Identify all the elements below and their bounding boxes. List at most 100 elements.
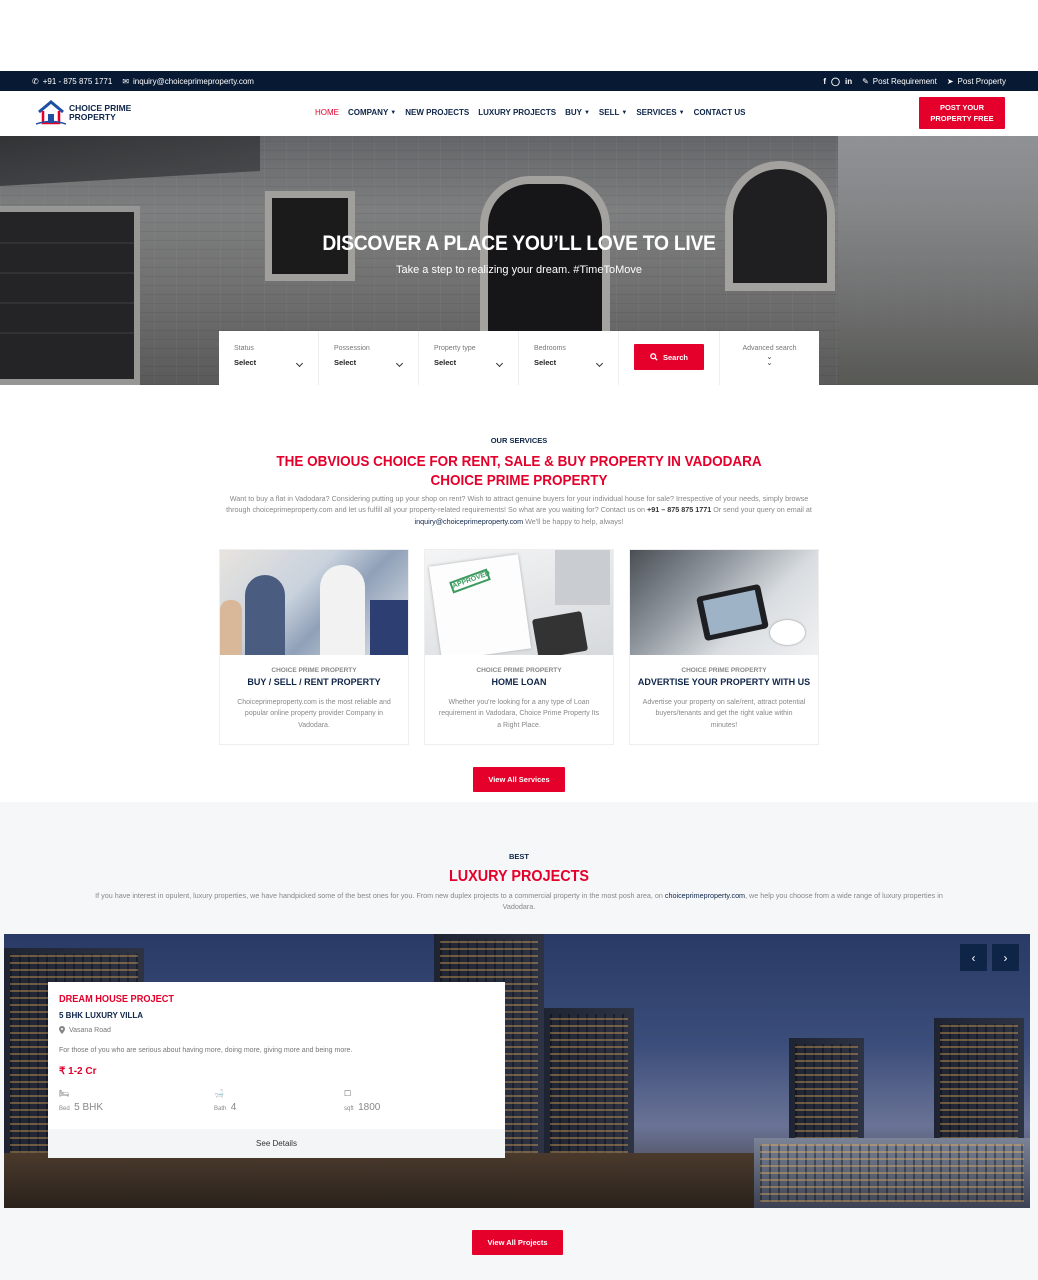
project-name[interactable]: DREAM HOUSE PROJECT xyxy=(59,994,174,1005)
advanced-search-toggle[interactable]: Advanced search ⌄ ⌄ xyxy=(719,331,819,385)
card-title[interactable]: BUY / SELL / RENT PROPERTY xyxy=(220,677,408,687)
contact-email-link[interactable]: inquiry@choiceprimeproperty.com xyxy=(415,517,524,526)
services-title-line2: CHOICE PRIME PROPERTY xyxy=(430,472,608,489)
nav-item-buy[interactable]: BUY ▼ xyxy=(565,108,590,117)
nav-label: SERVICES xyxy=(636,108,677,117)
search-button[interactable]: Search xyxy=(634,344,704,370)
nav-label: SELL xyxy=(598,108,620,117)
site-link[interactable]: choiceprimeproperty.com xyxy=(665,891,745,900)
service-card-buy-sell-rent[interactable]: CHOICE PRIME PROPERTY BUY / SELL / RENT … xyxy=(219,549,409,745)
project-slider: ‹ › DREAM HOUSE PROJECT 5 BHK LUXURY VIL… xyxy=(4,934,1030,1208)
feature-value: 4 xyxy=(230,1102,237,1113)
nav-item-home[interactable]: HOME xyxy=(315,108,339,117)
bath-icon: 🛁 xyxy=(214,1089,224,1098)
field-value: Select xyxy=(234,358,257,367)
chevron-down-icon: ▼ xyxy=(390,109,397,116)
clubhouse xyxy=(754,1138,1030,1208)
meeting-image xyxy=(220,550,408,655)
property-search-bar: Status Select Possession Select Property… xyxy=(219,331,819,385)
services-description: Want to buy a flat in Vadodara? Consider… xyxy=(220,493,818,527)
email-contact[interactable]: ✉ inquiry@choiceprimeproperty.com xyxy=(122,77,254,86)
brand-name-line2: PROPERTY xyxy=(69,112,116,122)
search-icon xyxy=(650,353,658,361)
slider-prev-button[interactable]: ‹ xyxy=(960,944,987,971)
feature-label: sqft xyxy=(344,1106,354,1112)
service-card-advertise[interactable]: CHOICE PRIME PROPERTY ADVERTISE YOUR PRO… xyxy=(629,549,819,745)
nav-label: NEW PROJECTS xyxy=(405,108,470,117)
card-description: Choiceprimeproperty.com is the most reli… xyxy=(237,699,391,729)
project-card: DREAM HOUSE PROJECT 5 BHK LUXURY VILLA V… xyxy=(48,982,505,1158)
nav-label: COMPANY xyxy=(348,108,389,117)
area-icon: ☐ xyxy=(344,1089,352,1098)
phone-contact[interactable]: ✆ +91 - 875 875 1771 xyxy=(32,77,112,86)
services-title-line1: THE OBVIOUS CHOICE FOR RENT, SALE & BUY … xyxy=(276,453,762,470)
linkedin-icon[interactable]: in xyxy=(845,77,852,86)
field-label: Status xyxy=(234,345,254,352)
feature-label: Bed xyxy=(59,1106,70,1112)
see-details-button[interactable]: See Details xyxy=(48,1129,505,1158)
bedrooms-select[interactable]: Bedrooms Select xyxy=(519,331,619,385)
nav-item-contact-us[interactable]: CONTACT US xyxy=(694,108,746,117)
nav-item-luxury-projects[interactable]: LUXURY PROJECTS xyxy=(478,108,556,117)
post-property-free-button[interactable]: POST YOUR PROPERTY FREE xyxy=(919,97,1005,129)
field-label: Bedrooms xyxy=(534,345,566,352)
post-property-label: Post Property xyxy=(957,76,1006,86)
feature-label: Bath xyxy=(214,1106,227,1112)
luxury-eyebrow: BEST xyxy=(508,852,529,861)
map-pin-icon xyxy=(59,1026,65,1034)
service-card-home-loan[interactable]: APPROVED CHOICE PRIME PROPERTY HOME LOAN… xyxy=(424,549,614,745)
loan-document-image: APPROVED xyxy=(425,550,613,655)
edit-icon: ✎ xyxy=(862,76,869,86)
card-description: Whether you're looking for a any type of… xyxy=(438,699,600,729)
logo[interactable]: CHOICE PRIME PROPERTY xyxy=(36,99,131,127)
nav-item-new-projects[interactable]: NEW PROJECTS xyxy=(405,108,469,117)
search-label: Search xyxy=(662,352,689,362)
nav-label: HOME xyxy=(315,108,339,117)
field-value: Select xyxy=(534,358,557,367)
view-all-services-button[interactable]: View All Services xyxy=(473,767,565,792)
nav-item-sell[interactable]: SELL ▼ xyxy=(599,108,627,117)
nav-menu: HOME COMPANY ▼ NEW PROJECTS LUXURY PROJEC… xyxy=(315,108,745,117)
status-select[interactable]: Status Select xyxy=(219,331,319,385)
envelope-icon: ✉ xyxy=(122,76,130,86)
luxury-description: If you have interest in opulent, luxury … xyxy=(90,890,948,913)
tablet-image xyxy=(630,550,818,655)
nav-item-services[interactable]: SERVICES ▼ xyxy=(636,108,684,117)
cta-line2: PROPERTY FREE xyxy=(930,114,994,123)
post-requirement-label: Post Requirement xyxy=(872,76,937,86)
nav-label: BUY xyxy=(565,108,582,117)
nav-item-company[interactable]: COMPANY ▼ xyxy=(348,108,396,117)
instagram-icon[interactable]: ◯ xyxy=(831,77,840,86)
card-brand: CHOICE PRIME PROPERTY xyxy=(476,667,562,674)
feature-value: 5 BHK xyxy=(74,1102,104,1113)
price-value: 1-2 Cr xyxy=(68,1066,97,1077)
property-type-select[interactable]: Property type Select xyxy=(419,331,519,385)
feature-area: ☐ sqft 1800 xyxy=(344,1089,464,1115)
slider-next-button[interactable]: › xyxy=(992,944,1019,971)
post-requirement-link[interactable]: ✎ Post Requirement xyxy=(862,77,937,86)
chevron-right-icon: › xyxy=(1003,950,1008,965)
card-title[interactable]: HOME LOAN xyxy=(425,677,613,687)
view-all-projects-button[interactable]: View All Projects xyxy=(472,1230,563,1255)
field-value: Select xyxy=(434,358,457,367)
possession-select[interactable]: Possession Select xyxy=(319,331,419,385)
hero-subtitle: Take a step to realizing your dream. #Ti… xyxy=(396,264,642,276)
chevron-down-icon: ▼ xyxy=(583,109,590,116)
house-logo-icon xyxy=(36,100,66,125)
project-description: For those of you who are serious about h… xyxy=(59,1047,353,1054)
feature-value: 1800 xyxy=(358,1102,381,1113)
location-text: Vasana Road xyxy=(69,1026,111,1034)
project-type: 5 BHK LUXURY VILLA xyxy=(59,1011,144,1020)
paper-plane-icon: ➤ xyxy=(946,76,954,86)
card-title[interactable]: ADVERTISE YOUR PROPERTY WITH US xyxy=(630,677,818,687)
field-label: Property type xyxy=(434,345,476,352)
contact-phone[interactable]: +91 – 875 875 1771 xyxy=(647,505,711,514)
post-property-link[interactable]: ➤ Post Property xyxy=(947,77,1006,86)
double-chevron-down-icon: ⌄ ⌄ xyxy=(766,352,773,367)
facebook-icon[interactable]: f xyxy=(823,77,826,86)
luxury-title: LUXURY PROJECTS xyxy=(448,868,590,885)
field-label: Possession xyxy=(334,345,370,352)
chevron-down-icon: ▼ xyxy=(621,109,628,116)
advanced-search-label: Advanced search xyxy=(742,345,797,352)
card-brand: CHOICE PRIME PROPERTY xyxy=(271,667,357,674)
